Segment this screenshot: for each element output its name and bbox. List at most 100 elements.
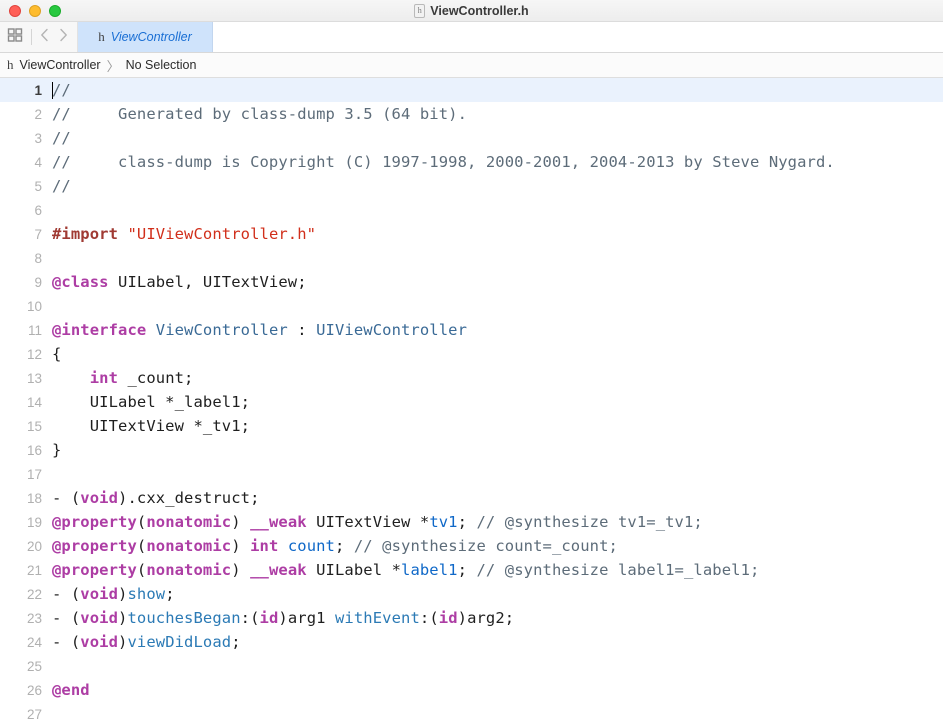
line-number: 23 bbox=[26, 610, 42, 626]
close-button[interactable] bbox=[9, 4, 21, 17]
code-editor[interactable]: 1 // 2 // Generated by class-dump 3.5 (64 b… bbox=[0, 78, 943, 726]
code-line[interactable]: 26 @end bbox=[0, 678, 943, 702]
code-token-plain: UITextView *_tv1; bbox=[52, 417, 251, 435]
code-token-method: withEvent bbox=[335, 609, 420, 627]
code-token-kw: @property bbox=[52, 513, 137, 531]
code-line-content[interactable]: // bbox=[52, 177, 943, 195]
tab-viewcontroller[interactable]: h ViewController bbox=[78, 22, 213, 52]
code-token-comment: // @synthesize tv1=_tv1; bbox=[476, 513, 703, 531]
code-line[interactable]: 13 int _count; bbox=[0, 366, 943, 390]
code-line[interactable]: 18 - (void).cxx_destruct; bbox=[0, 486, 943, 510]
code-line-content[interactable]: @property(nonatomic) __weak UITextView *… bbox=[52, 513, 943, 531]
code-line-content[interactable]: - (void)touchesBegan:(id)arg1 withEvent:… bbox=[52, 609, 943, 627]
code-token-kw: nonatomic bbox=[146, 513, 232, 531]
code-line[interactable]: 20 @property(nonatomic) int count; // @sy… bbox=[0, 534, 943, 558]
code-line[interactable]: 16} bbox=[0, 438, 943, 462]
code-line[interactable]: 23 - (void)touchesBegan:(id)arg1 withEven… bbox=[0, 606, 943, 630]
code-line-content[interactable]: // Generated by class-dump 3.5 (64 bit). bbox=[52, 105, 943, 123]
code-line-content[interactable]: { bbox=[52, 345, 943, 363]
code-line[interactable]: 11 @interface ViewController : UIViewCont… bbox=[0, 318, 943, 342]
line-number: 26 bbox=[26, 682, 42, 698]
code-line[interactable]: 14 UILabel *_label1; bbox=[0, 390, 943, 414]
code-token-kw: __weak bbox=[250, 513, 307, 531]
code-line-content[interactable]: UITextView *_tv1; bbox=[52, 417, 943, 435]
code-line[interactable]: 19 @property(nonatomic) __weak UITextView… bbox=[0, 510, 943, 534]
code-line[interactable]: 8 bbox=[0, 246, 943, 270]
code-token-prop: label1 bbox=[401, 561, 458, 579]
code-token-prop: count bbox=[287, 537, 335, 555]
line-number: 2 bbox=[34, 106, 42, 122]
line-number: 16 bbox=[26, 442, 42, 458]
code-line[interactable]: 17 bbox=[0, 462, 943, 486]
grid-icon[interactable] bbox=[7, 27, 23, 48]
code-line-content[interactable]: @property(nonatomic) int count; // @synt… bbox=[52, 537, 943, 555]
code-line-content[interactable]: // class-dump is Copyright (C) 1997-1998… bbox=[52, 153, 943, 171]
chevron-left-icon[interactable] bbox=[40, 28, 49, 47]
code-line[interactable]: 7 #import "UIViewController.h" bbox=[0, 222, 943, 246]
code-token-comment: // @synthesize label1=_label1; bbox=[476, 561, 760, 579]
code-token-plain: ( bbox=[136, 561, 147, 579]
line-number: 10 bbox=[26, 298, 42, 314]
code-line-content[interactable]: int _count; bbox=[52, 369, 943, 387]
code-line-content[interactable]: - (void)viewDidLoad; bbox=[52, 633, 943, 651]
line-number: 20 bbox=[26, 538, 42, 554]
line-number: 1 bbox=[34, 82, 42, 98]
code-token-comment: // @synthesize count=_count; bbox=[353, 537, 618, 555]
code-token-plain: ; bbox=[231, 633, 241, 651]
code-line-content[interactable]: - (void).cxx_destruct; bbox=[52, 489, 943, 507]
line-number: 21 bbox=[26, 562, 42, 578]
code-token-kw: @property bbox=[52, 561, 137, 579]
jumpbar-selection[interactable]: No Selection bbox=[126, 58, 197, 72]
toolbar-divider bbox=[31, 29, 32, 45]
code-token-plain: ; bbox=[335, 537, 354, 555]
code-token-plain: _count; bbox=[118, 369, 194, 387]
code-line[interactable]: 25 bbox=[0, 654, 943, 678]
code-line[interactable]: 10 bbox=[0, 294, 943, 318]
code-token-plain: - ( bbox=[52, 633, 81, 651]
tab-bar-empty-area bbox=[213, 22, 943, 52]
code-line[interactable]: 5 // bbox=[0, 174, 943, 198]
code-token-kw: @property bbox=[52, 537, 137, 555]
chevron-right-icon[interactable] bbox=[59, 28, 68, 47]
line-number: 11 bbox=[27, 322, 42, 338]
code-line-content[interactable]: // bbox=[52, 129, 943, 147]
code-line[interactable]: 1 // bbox=[0, 78, 943, 102]
code-token-kw: __weak bbox=[250, 561, 307, 579]
code-token-comment: // class-dump is Copyright (C) 1997-1998… bbox=[52, 153, 835, 171]
jump-bar: h ViewController 〉 No Selection bbox=[0, 53, 943, 78]
code-line-content[interactable]: - (void)show; bbox=[52, 585, 943, 603]
code-token-plain: - ( bbox=[52, 585, 81, 603]
code-line-content[interactable]: @end bbox=[52, 681, 943, 699]
code-line-content[interactable]: UILabel *_label1; bbox=[52, 393, 943, 411]
line-number: 3 bbox=[34, 130, 42, 146]
code-token-kw: int bbox=[250, 537, 279, 555]
code-token-plain: - ( bbox=[52, 489, 81, 507]
jumpbar-file-icon: h bbox=[7, 57, 14, 72]
code-line-content[interactable]: @property(nonatomic) __weak UILabel *lab… bbox=[52, 561, 943, 579]
code-line[interactable]: 12 { bbox=[0, 342, 943, 366]
code-line[interactable]: 27 bbox=[0, 702, 943, 726]
code-line[interactable]: 6 bbox=[0, 198, 943, 222]
code-token-kw: int bbox=[89, 369, 119, 387]
code-line-content[interactable]: // bbox=[52, 81, 943, 99]
code-token-method: viewDidLoad bbox=[127, 633, 232, 651]
zoom-button[interactable] bbox=[49, 4, 61, 17]
code-line[interactable]: 24 - (void)viewDidLoad; bbox=[0, 630, 943, 654]
code-line-content[interactable]: #import "UIViewController.h" bbox=[52, 225, 943, 243]
code-line-content[interactable]: @interface ViewController : UIViewContro… bbox=[52, 321, 943, 339]
code-line-content[interactable]: } bbox=[52, 441, 943, 459]
minimize-button[interactable] bbox=[29, 4, 41, 17]
code-line[interactable]: 22 - (void)show; bbox=[0, 582, 943, 606]
jumpbar-file-name[interactable]: ViewController bbox=[20, 58, 101, 72]
code-line[interactable]: 3 // bbox=[0, 126, 943, 150]
window-title: h ViewController.h bbox=[0, 0, 943, 21]
code-line[interactable]: 9 @class UILabel, UITextView; bbox=[0, 270, 943, 294]
code-line[interactable]: 2 // Generated by class-dump 3.5 (64 bit)… bbox=[0, 102, 943, 126]
code-line[interactable]: 15 UITextView *_tv1; bbox=[0, 414, 943, 438]
code-line[interactable]: 4 // class-dump is Copyright (C) 1997-199… bbox=[0, 150, 943, 174]
tab-bar: h ViewController bbox=[0, 22, 943, 53]
code-line-content[interactable]: @class UILabel, UITextView; bbox=[52, 273, 943, 291]
code-token-plain: { bbox=[52, 345, 62, 363]
line-number: 4 bbox=[34, 154, 42, 170]
code-line[interactable]: 21 @property(nonatomic) __weak UILabel *l… bbox=[0, 558, 943, 582]
